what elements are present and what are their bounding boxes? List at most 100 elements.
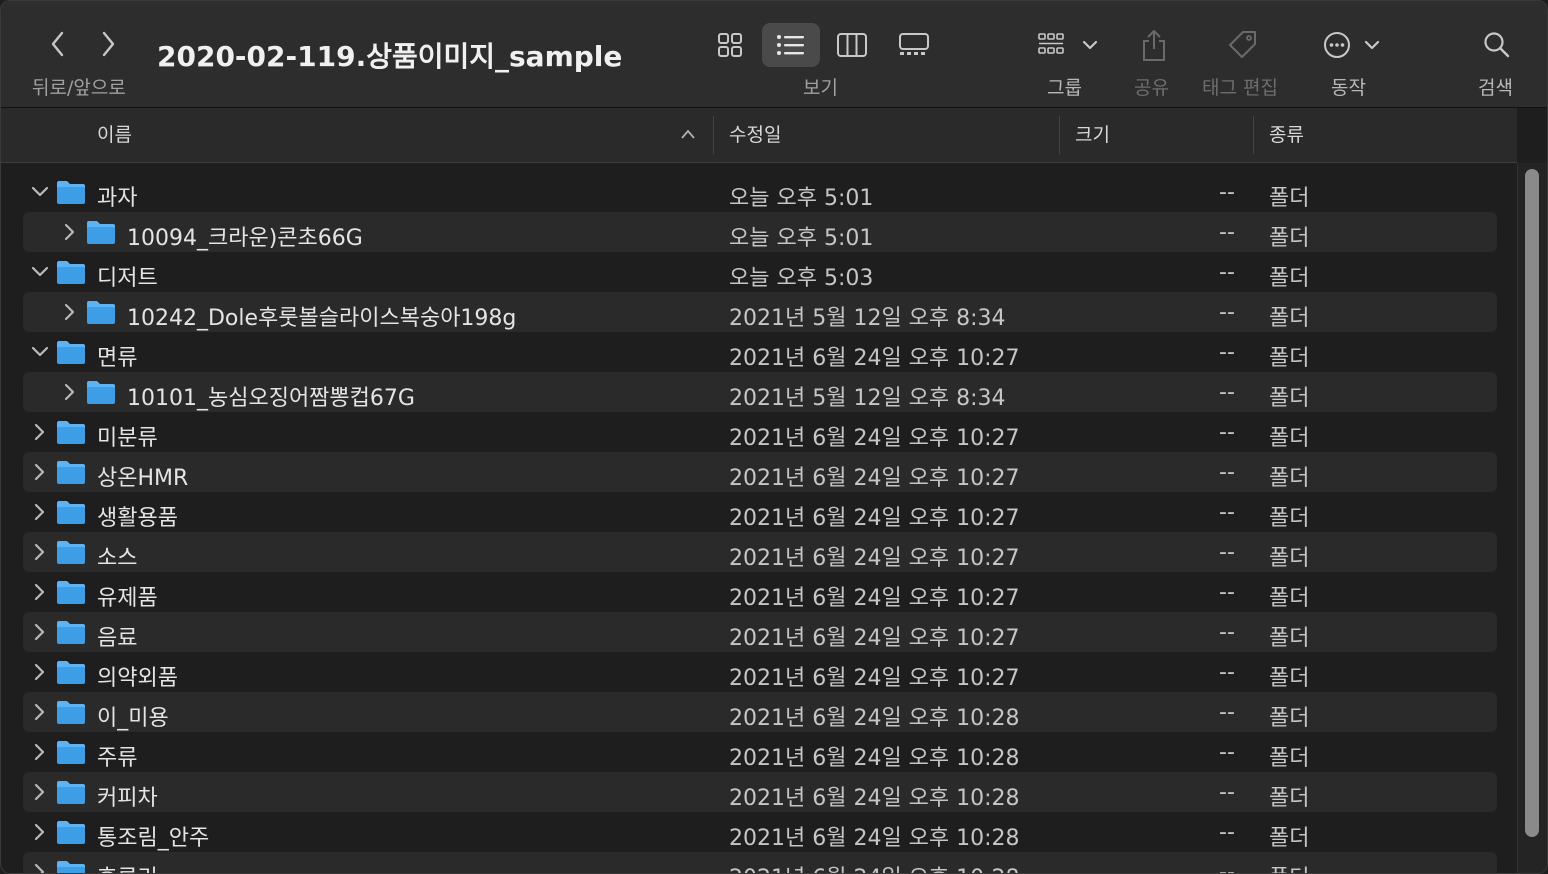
back-forward-label: 뒤로/앞으로: [32, 77, 126, 99]
back-button[interactable]: [43, 27, 73, 61]
list-item[interactable]: 10242_Dole후룻볼슬라이스복숭아198g 2021년 5월 12일 오후 …: [23, 292, 1497, 332]
disclosure-toggle[interactable]: [31, 702, 49, 722]
column-divider[interactable]: [1059, 116, 1060, 154]
share-label: 공유: [1134, 77, 1169, 99]
list-item[interactable]: 과자 오늘 오후 5:01 -- 폴더: [23, 172, 1497, 212]
icon-view-button[interactable]: [701, 23, 759, 67]
file-size: --: [1219, 300, 1235, 325]
list-item[interactable]: 미분류 2021년 6월 24일 오후 10:27 -- 폴더: [23, 412, 1497, 452]
chevron-right-icon: [34, 543, 45, 561]
file-name: 통조림_안주: [97, 826, 210, 851]
file-name: 생활용품: [97, 506, 178, 531]
chevron-down-icon: [31, 346, 49, 357]
modified-date: 2021년 6월 24일 오후 10:28: [729, 826, 1020, 851]
list-view-button[interactable]: [762, 23, 820, 67]
chevron-right-icon: [34, 823, 45, 841]
disclosure-toggle[interactable]: [31, 502, 49, 522]
file-name: 10101_농심오징어짬뽕컵67G: [127, 386, 415, 411]
list-item[interactable]: 커피차 2021년 6월 24일 오후 10:28 -- 폴더: [23, 772, 1497, 812]
list-item[interactable]: 상온HMR 2021년 6월 24일 오후 10:27 -- 폴더: [23, 452, 1497, 492]
disclosure-toggle[interactable]: [31, 622, 49, 642]
folder-icon: [56, 659, 86, 689]
disclosure-toggle[interactable]: [31, 582, 49, 602]
list-item[interactable]: 후루리 2021년 6월 24일 오후 10:28 -- 폴더: [23, 852, 1497, 873]
disclosure-toggle[interactable]: [31, 742, 49, 762]
file-kind: 폴더: [1269, 306, 1310, 331]
column-divider[interactable]: [1253, 116, 1254, 154]
modified-date: 2021년 6월 24일 오후 10:28: [729, 706, 1020, 731]
disclosure-toggle[interactable]: [31, 782, 49, 802]
share-button[interactable]: [1139, 25, 1169, 65]
action-button[interactable]: [1322, 25, 1382, 65]
folder-icon: [56, 619, 86, 649]
gallery-icon: [899, 33, 929, 55]
search-button[interactable]: [1482, 25, 1512, 65]
list-item[interactable]: 10094_크라운)콘초66G 오늘 오후 5:01 -- 폴더: [23, 212, 1497, 252]
list-item[interactable]: 통조림_안주 2021년 6월 24일 오후 10:28 -- 폴더: [23, 812, 1497, 852]
disclosure-toggle[interactable]: [31, 422, 49, 442]
file-kind: 폴더: [1269, 386, 1310, 411]
chevron-right-icon: [34, 743, 45, 761]
column-view-button[interactable]: [823, 23, 881, 67]
file-kind: 폴더: [1269, 826, 1310, 851]
file-size: --: [1219, 260, 1235, 285]
column-divider[interactable]: [713, 116, 714, 154]
list-item[interactable]: 유제품 2021년 6월 24일 오후 10:27 -- 폴더: [23, 572, 1497, 612]
folder-icon: [56, 739, 86, 769]
disclosure-toggle[interactable]: [31, 822, 49, 842]
file-name: 음료: [97, 626, 138, 651]
modified-date: 2021년 6월 24일 오후 10:27: [729, 586, 1020, 611]
folder-icon: [86, 379, 116, 409]
disclosure-toggle[interactable]: [61, 382, 79, 402]
list-icon: [777, 35, 804, 55]
file-kind: 폴더: [1269, 666, 1310, 691]
file-name: 10094_크라운)콘초66G: [127, 226, 363, 251]
file-name: 이_미용: [97, 706, 169, 731]
chevron-right-icon: [102, 31, 115, 57]
disclosure-toggle[interactable]: [61, 302, 79, 322]
column-header-name[interactable]: 이름: [97, 120, 132, 147]
column-header-kind[interactable]: 종류: [1269, 120, 1304, 147]
forward-button[interactable]: [93, 27, 123, 61]
file-name: 디저트: [97, 266, 158, 291]
list-item[interactable]: 10101_농심오징어짬뽕컵67G 2021년 5월 12일 오후 8:34 -- 폴…: [23, 372, 1497, 412]
list-item[interactable]: 생활용품 2021년 6월 24일 오후 10:27 -- 폴더: [23, 492, 1497, 532]
modified-date: 오늘 오후 5:01: [729, 226, 874, 251]
folder-icon: [56, 699, 86, 729]
disclosure-toggle[interactable]: [31, 462, 49, 482]
modified-date: 오늘 오후 5:01: [729, 186, 874, 211]
disclosure-toggle[interactable]: [31, 542, 49, 562]
disclosure-toggle[interactable]: [31, 862, 49, 873]
list-item[interactable]: 소스 2021년 6월 24일 오후 10:27 -- 폴더: [23, 532, 1497, 572]
chevron-right-icon: [34, 663, 45, 681]
window-title: 2020-02-119.상품이미지_sample: [157, 40, 623, 73]
group-button[interactable]: [1037, 25, 1103, 65]
file-kind: 폴더: [1269, 186, 1310, 211]
disclosure-toggle[interactable]: [31, 262, 49, 282]
scrollbar-thumb[interactable]: [1525, 169, 1539, 837]
column-header-size[interactable]: 크기: [1075, 120, 1110, 147]
list-item[interactable]: 음료 2021년 6월 24일 오후 10:27 -- 폴더: [23, 612, 1497, 652]
folder-icon: [86, 299, 116, 329]
chevron-right-icon: [34, 863, 45, 873]
list-item[interactable]: 의약외품 2021년 6월 24일 오후 10:27 -- 폴더: [23, 652, 1497, 692]
tag-edit-button[interactable]: [1225, 25, 1261, 65]
list-item[interactable]: 디저트 오늘 오후 5:03 -- 폴더: [23, 252, 1497, 292]
disclosure-toggle[interactable]: [31, 662, 49, 682]
disclosure-toggle[interactable]: [61, 222, 79, 242]
file-name: 유제품: [97, 586, 158, 611]
file-kind: 폴더: [1269, 746, 1310, 771]
file-name: 주류: [97, 746, 138, 771]
list-item[interactable]: 면류 2021년 6월 24일 오후 10:27 -- 폴더: [23, 332, 1497, 372]
disclosure-toggle[interactable]: [31, 182, 49, 202]
file-size: --: [1219, 780, 1235, 805]
file-size: --: [1219, 540, 1235, 565]
column-header-modified[interactable]: 수정일: [729, 120, 781, 147]
gallery-view-button[interactable]: [885, 23, 943, 67]
file-size: --: [1219, 460, 1235, 485]
list-item[interactable]: 주류 2021년 6월 24일 오후 10:28 -- 폴더: [23, 732, 1497, 772]
disclosure-toggle[interactable]: [31, 342, 49, 362]
modified-date: 2021년 6월 24일 오후 10:27: [729, 546, 1020, 571]
list-item[interactable]: 이_미용 2021년 6월 24일 오후 10:28 -- 폴더: [23, 692, 1497, 732]
modified-date: 2021년 6월 24일 오후 10:27: [729, 626, 1020, 651]
